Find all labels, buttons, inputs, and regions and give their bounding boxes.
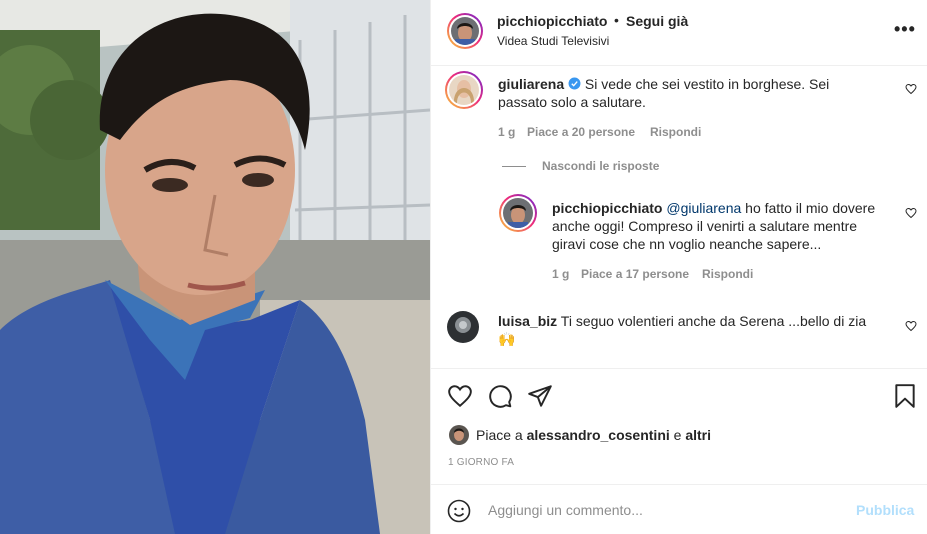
reply-text: ho fatto il mio dovere	[745, 200, 876, 216]
like-reply-heart-icon[interactable]	[905, 207, 917, 219]
reply-time[interactable]: 1 g	[552, 267, 569, 281]
liker-username[interactable]: alessandro_cosentini	[527, 427, 670, 443]
reply-author-avatar[interactable]	[499, 194, 537, 232]
reply-mention-link[interactable]: @giuliarena	[666, 200, 741, 216]
liker-avatar[interactable]	[449, 425, 469, 445]
separator-dot: •	[614, 12, 619, 28]
post-timestamp[interactable]: 1 GIORNO FA	[448, 457, 514, 468]
share-icon[interactable]	[527, 383, 553, 409]
commenter-username[interactable]: luisa_biz	[498, 313, 557, 329]
like-comment-heart-icon[interactable]	[905, 83, 917, 95]
comment-time[interactable]: 1 g	[498, 125, 515, 139]
commenter-avatar[interactable]	[447, 311, 479, 343]
emoji-icon[interactable]	[447, 499, 471, 523]
reply-button[interactable]: Rispondi	[650, 125, 701, 139]
author-username[interactable]: picchiopicchiato	[497, 13, 607, 29]
comment-text: Ti seguo volentieri anche da Serena ...b…	[560, 313, 867, 329]
reply-likes[interactable]: Piace a 17 persone	[581, 267, 689, 281]
comment-text-cont: passato solo a salutare.	[498, 94, 646, 110]
likes-prefix: Piace a	[476, 427, 523, 443]
post-panel: picchiopicchiato • Segui già Videa Studi…	[430, 0, 927, 534]
replies-divider-line	[502, 166, 526, 167]
verified-icon	[568, 77, 581, 90]
reply-text-cont: anche oggi! Compreso il venirti a saluta…	[552, 218, 858, 234]
follow-status-button[interactable]: Segui già	[626, 13, 688, 29]
commenter-username[interactable]: giuliarena	[498, 76, 564, 92]
reply-text-cont2: giravi cose che nn voglio neanche sapere…	[552, 236, 822, 252]
likes-summary: Piace a alessandro_cosentini e altri	[476, 427, 711, 443]
more-options-icon[interactable]: •••	[894, 19, 916, 40]
commenter-avatar[interactable]	[445, 71, 483, 109]
likes-conj: e	[673, 427, 682, 443]
post-header: picchiopicchiato • Segui già Videa Studi…	[431, 0, 927, 66]
post-photo-illustration	[0, 0, 430, 534]
comment-input[interactable]: Aggiungi un commento...	[488, 502, 643, 518]
post-photo[interactable]	[0, 0, 430, 534]
comment-icon[interactable]	[487, 383, 513, 409]
bookmark-icon[interactable]	[892, 383, 918, 409]
comments-list[interactable]: giuliarena Si vede che sei vestito in bo…	[431, 67, 927, 367]
post-location[interactable]: Videa Studi Televisivi	[497, 34, 609, 48]
like-heart-icon[interactable]	[447, 383, 473, 409]
comment-emoji: 🙌	[498, 331, 516, 347]
reply-username[interactable]: picchiopicchiato	[552, 200, 662, 216]
add-comment-bar: Aggiungi un commento... Pubblica	[431, 484, 927, 534]
comment-text: Si vede che sei vestito in borghese. Sei	[584, 76, 830, 92]
publish-button[interactable]: Pubblica	[856, 502, 914, 518]
hide-replies-label[interactable]: Nascondi le risposte	[542, 159, 659, 173]
comment-likes[interactable]: Piace a 20 persone	[527, 125, 635, 139]
reply-reply-button[interactable]: Rispondi	[702, 267, 753, 281]
author-avatar[interactable]	[447, 13, 483, 49]
like-comment-heart-icon[interactable]	[905, 320, 917, 332]
likes-others-link[interactable]: altri	[685, 427, 711, 443]
